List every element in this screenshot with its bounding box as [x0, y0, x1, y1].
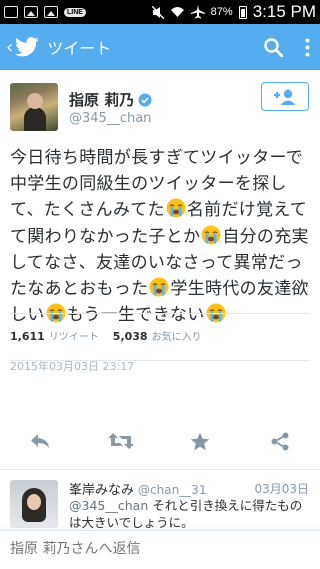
airplane-mode-icon: [190, 5, 205, 19]
reply-author-handle[interactable]: @chan__31: [138, 483, 206, 497]
retweet-icon[interactable]: [108, 432, 134, 450]
crying-face-emoji: [201, 225, 221, 245]
reply-timestamp: 03月03日: [254, 482, 309, 496]
reply-mention[interactable]: @345__chan: [69, 498, 148, 513]
favorite-icon[interactable]: [190, 432, 210, 451]
divider: [10, 313, 310, 314]
reply-author-name[interactable]: 峯岸みなみ: [69, 483, 134, 498]
line-notification-icon: LINE: [64, 7, 86, 17]
author-display-name[interactable]: 指原 莉乃: [69, 89, 134, 110]
wifi-icon: [170, 7, 184, 17]
reply-compose-bar: [0, 530, 320, 569]
status-bar: LINE 87% 3:15 PM: [0, 0, 320, 24]
verified-icon: [138, 93, 152, 106]
image-notification-icon: [24, 6, 38, 18]
search-icon[interactable]: [264, 37, 283, 57]
crying-face-emoji: [166, 198, 186, 218]
notification-icon: [4, 6, 18, 18]
favorite-label[interactable]: お気に入り: [152, 328, 202, 343]
battery-icon: [238, 5, 247, 19]
tweet-stats: 1,611 リツイート 5,038 お気に入り: [10, 328, 202, 343]
mute-icon: [151, 5, 164, 19]
back-icon[interactable]: ‹: [6, 37, 13, 58]
reply-icon[interactable]: [29, 432, 51, 450]
reply-input[interactable]: [10, 541, 310, 557]
crying-face-emoji: [149, 277, 169, 297]
divider: [10, 360, 310, 361]
twitter-bird-icon[interactable]: [15, 37, 39, 57]
battery-percent: 87%: [210, 6, 233, 18]
follow-icon: [274, 89, 296, 105]
follow-button[interactable]: [261, 82, 309, 111]
reply-text: @345__chan それと引き換えに得たものは大きいでしょうに。: [69, 497, 309, 531]
share-icon[interactable]: [271, 432, 289, 451]
retweet-count[interactable]: 1,611: [10, 330, 45, 343]
author-avatar[interactable]: [10, 83, 58, 131]
action-bar: ‹ ツイート: [0, 24, 320, 70]
favorite-count[interactable]: 5,038: [113, 330, 148, 343]
retweet-label[interactable]: リツイート: [49, 328, 99, 343]
reply-author-avatar[interactable]: [10, 480, 58, 528]
tweet-text-segment: もう一生できない: [66, 305, 205, 326]
author-handle[interactable]: @345__chan: [69, 111, 151, 126]
reply-tweet[interactable]: 峯岸みなみ @chan__31 03月03日 @345__chan それと引き換え…: [0, 470, 320, 530]
clock: 3:15 PM: [252, 2, 316, 21]
overflow-menu-icon[interactable]: [305, 38, 310, 57]
page-title: ツイート: [47, 39, 112, 58]
gallery-notification-icon: [44, 6, 58, 18]
tweet-text: 今日待ち時間が長すぎてツイッターで中学生の同級生のツイッターを探して、たくさんみ…: [10, 145, 310, 328]
